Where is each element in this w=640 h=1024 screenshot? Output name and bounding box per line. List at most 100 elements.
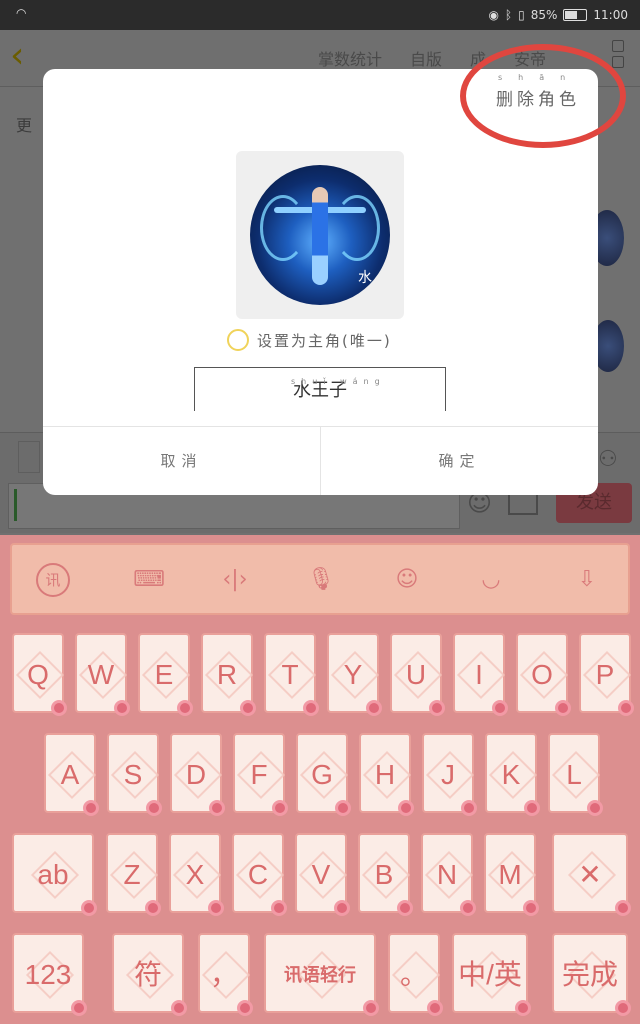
key-n-label: N (436, 859, 458, 890)
plum-blossom-icon (54, 703, 64, 713)
plum-blossom-icon (240, 1003, 250, 1013)
back-arrow-icon[interactable]: ‹ (10, 36, 24, 76)
key-d[interactable]: D (170, 733, 222, 813)
battery-percent: 85% (530, 8, 558, 22)
key-y[interactable]: Y (327, 633, 379, 713)
key-n[interactable]: N (421, 833, 473, 913)
edit-role-dialog: shān 删除角色 水 设置为主角(唯一) 水王子 shuǐ wáng 取消 确… (43, 69, 598, 495)
key-o[interactable]: O (516, 633, 568, 713)
plum-blossom-icon (338, 803, 348, 813)
key-t-label: T (281, 659, 299, 690)
more-menu-icon[interactable] (612, 40, 624, 74)
delete-role-button[interactable]: shān 删除角色 (496, 73, 580, 110)
ifly-logo-icon[interactable]: 讯 (36, 563, 70, 597)
key-a-label: A (60, 759, 80, 790)
clipboard-icon[interactable]: ◡ (474, 563, 508, 597)
plum-blossom-icon (495, 703, 505, 713)
role-name-field[interactable]: 水王子 (194, 367, 446, 411)
key-g[interactable]: G (296, 733, 348, 813)
radio-circle-icon[interactable] (227, 329, 249, 351)
key-ab-toggle[interactable]: ab (12, 833, 94, 913)
plum-blossom-icon (275, 803, 285, 813)
plum-blossom-icon (243, 703, 253, 713)
set-protagonist-option[interactable]: 设置为主角(唯一) (227, 327, 392, 353)
collapse-keyboard-icon[interactable]: ⇩ (570, 563, 604, 597)
key-s[interactable]: S (107, 733, 159, 813)
plum-blossom-icon (618, 903, 628, 913)
plum-blossom-icon (527, 803, 537, 813)
key-l-label: L (566, 759, 582, 790)
key-a[interactable]: A (44, 733, 96, 813)
bg-tab[interactable]: 掌数统计 (318, 46, 382, 70)
eye-icon: ◉ (488, 8, 499, 22)
key-r-label: R (216, 659, 238, 690)
key-backspace[interactable]: ✕ (552, 833, 628, 913)
key-h-label: H (374, 759, 396, 790)
key-u-label: U (405, 659, 427, 690)
confirm-button[interactable]: 确定 (320, 427, 598, 495)
plum-blossom-icon (401, 803, 411, 813)
key-x-label: X (185, 859, 205, 890)
key-z[interactable]: Z (106, 833, 158, 913)
dialog-buttons: 取消 确定 (43, 426, 598, 495)
key-symbols[interactable]: 符 (112, 933, 184, 1013)
key-comma[interactable]: ， (198, 933, 250, 1013)
plum-blossom-icon (212, 803, 222, 813)
key-k[interactable]: K (485, 733, 537, 813)
key-f[interactable]: F (233, 733, 285, 813)
key-u[interactable]: U (390, 633, 442, 713)
keyboard-icon[interactable]: ⌨ (132, 563, 166, 597)
key-ab-toggle-label: ab (37, 859, 69, 890)
cancel-button[interactable]: 取消 (43, 427, 320, 495)
key-m[interactable]: M (484, 833, 536, 913)
key-j[interactable]: J (422, 733, 474, 813)
key-ifly-brand[interactable]: 讯语轻行 (264, 933, 376, 1013)
key-symbols-label: 符 (133, 959, 162, 990)
plum-blossom-icon (180, 703, 190, 713)
person-icon[interactable]: ⚇ (598, 447, 618, 472)
plum-blossom-icon (464, 803, 474, 813)
key-q-label: Q (27, 659, 49, 690)
key-period-label: 。 (399, 959, 428, 990)
voice-toggle-icon[interactable] (18, 441, 40, 473)
key-lang-toggle[interactable]: 中/英 (452, 933, 528, 1013)
key-done[interactable]: 完成 (552, 933, 628, 1013)
bg-tab[interactable]: 成 (470, 46, 486, 70)
key-k-label: K (501, 759, 521, 790)
status-bar: ◠ ◉ ᛒ ▯ 85% 11:00 (0, 0, 640, 30)
key-period[interactable]: 。 (388, 933, 440, 1013)
bg-tab[interactable]: 自版 (410, 46, 442, 70)
key-z-label: Z (123, 859, 141, 890)
key-t[interactable]: T (264, 633, 316, 713)
key-h[interactable]: H (359, 733, 411, 813)
background-tabs: 掌数统计 自版 成 安帝 (318, 46, 546, 70)
key-i[interactable]: I (453, 633, 505, 713)
key-w[interactable]: W (75, 633, 127, 713)
plum-blossom-icon (84, 903, 94, 913)
key-c[interactable]: C (232, 833, 284, 913)
delete-role-pinyin: shān (498, 73, 582, 82)
plum-blossom-icon (148, 903, 158, 913)
key-d-label: D (185, 759, 207, 790)
microphone-icon[interactable]: 🎙 (304, 563, 338, 597)
key-v[interactable]: V (295, 833, 347, 913)
plum-blossom-icon (590, 803, 600, 813)
role-avatar-picker[interactable]: 水 (236, 151, 404, 319)
plum-blossom-icon (86, 803, 96, 813)
key-j-label: J (441, 759, 455, 790)
bg-tab[interactable]: 安帝 (514, 46, 546, 70)
key-123[interactable]: 123 (12, 933, 84, 1013)
key-r[interactable]: R (201, 633, 253, 713)
key-p[interactable]: P (579, 633, 631, 713)
plum-blossom-icon (274, 903, 284, 913)
key-m-label: M (498, 859, 522, 890)
plum-blossom-icon (74, 1003, 84, 1013)
emoji-icon[interactable]: ☺ (390, 563, 424, 597)
cursor-move-icon[interactable]: ‹|› (218, 563, 252, 597)
key-x[interactable]: X (169, 833, 221, 913)
key-e[interactable]: E (138, 633, 190, 713)
key-q[interactable]: Q (12, 633, 64, 713)
key-l[interactable]: L (548, 733, 600, 813)
key-b[interactable]: B (358, 833, 410, 913)
background-subtitle: 更 (16, 116, 33, 135)
